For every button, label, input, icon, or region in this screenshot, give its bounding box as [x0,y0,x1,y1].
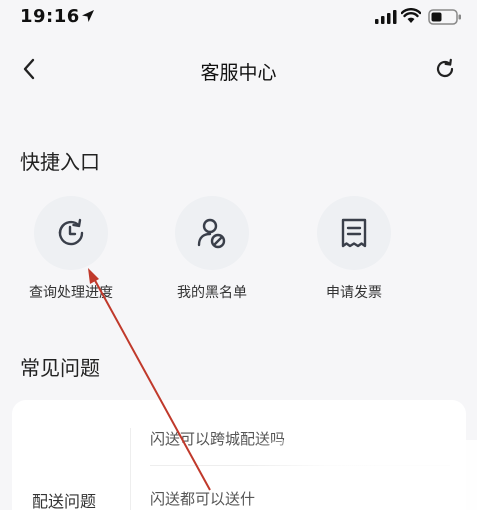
wifi-icon [401,8,421,23]
customer-service-page: 19:16 客服中心 快捷入口 查询处理进度 我的黑名单 申请发票 常见问题 配… [0,0,477,510]
shortcut-apply-invoice[interactable]: 申请发票 [289,196,419,302]
shortcut-query-progress[interactable]: 查询处理进度 [6,196,136,302]
nav-bar: 客服中心 [0,44,477,96]
shortcut-icon-circle [317,196,391,270]
refresh-icon [436,58,454,78]
quick-entry-title: 快捷入口 [20,150,100,174]
page-title: 客服中心 [200,62,277,84]
watermark-overlay [250,440,477,510]
shortcut-icon-circle [34,196,108,270]
user-blocked-icon [197,218,226,249]
status-bar: 19:16 [0,0,477,38]
signal-icon [375,10,397,24]
shortcut-icon-circle [175,196,249,270]
faq-question-item[interactable]: 闪送都可以送什 [150,488,255,509]
faq-title: 常见问题 [20,356,100,380]
receipt-icon [341,218,367,248]
battery-icon [428,9,461,25]
refresh-button[interactable] [430,54,460,84]
shortcut-label: 申请发票 [326,285,382,301]
status-time: 19:16 [20,6,80,27]
shortcut-label: 我的黑名单 [177,285,247,301]
location-arrow-icon [82,10,94,22]
divider [130,428,131,510]
shortcut-my-blacklist[interactable]: 我的黑名单 [147,196,277,302]
clock-refresh-icon [58,218,84,246]
faq-category-tab[interactable]: 配送问题 [32,488,96,510]
shortcut-label: 查询处理进度 [29,285,113,301]
